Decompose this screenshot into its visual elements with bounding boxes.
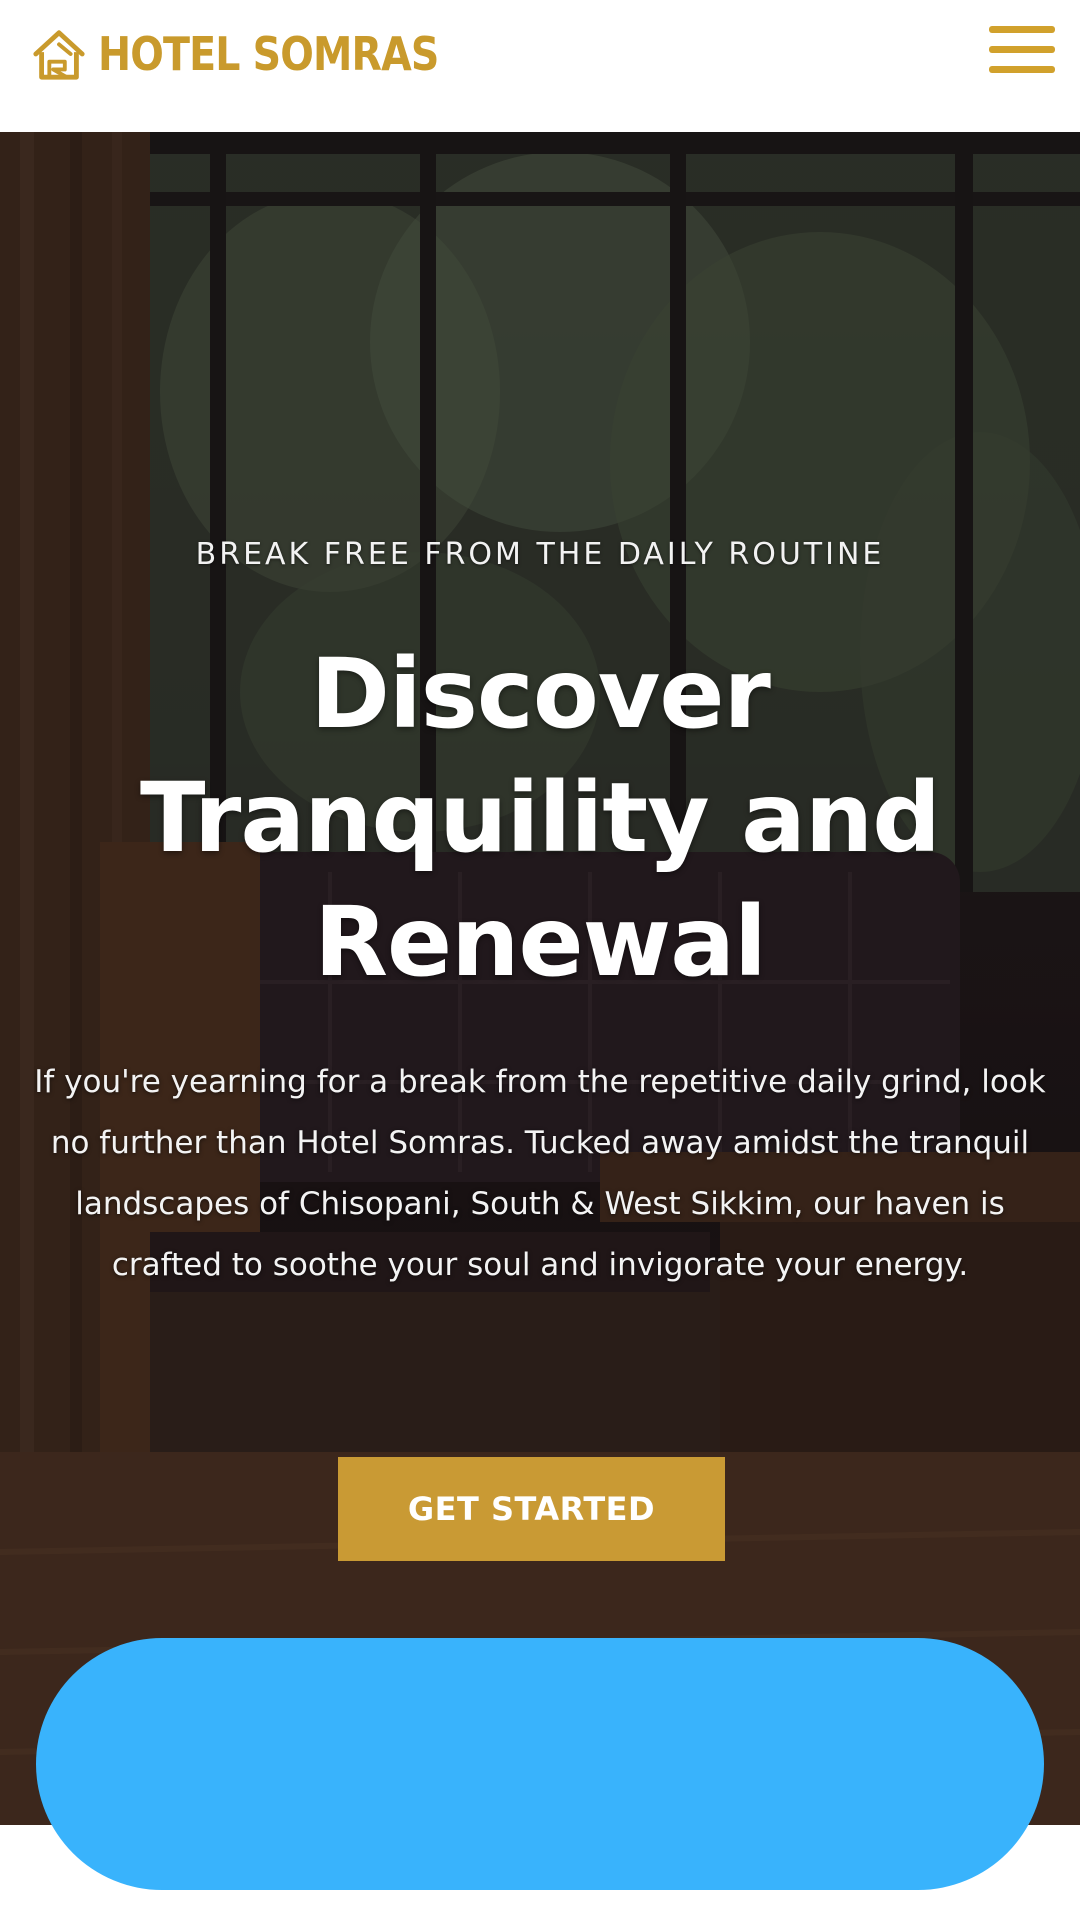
brand-name: HOTEL SOMRAS [98, 27, 439, 81]
hero-content: BREAK FREE FROM THE DAILY ROUTINE Discov… [0, 132, 1080, 1825]
brand-logo-link[interactable]: HOTEL SOMRAS [30, 24, 494, 84]
floating-blue-pill-button[interactable] [36, 1638, 1044, 1890]
hero-section: BREAK FREE FROM THE DAILY ROUTINE Discov… [0, 132, 1080, 1825]
hero-eyebrow: BREAK FREE FROM THE DAILY ROUTINE [195, 537, 885, 572]
get-started-button[interactable]: GET STARTED [338, 1457, 725, 1561]
menu-bar [989, 66, 1055, 73]
house-logo-icon [33, 30, 85, 80]
menu-bar [989, 26, 1055, 33]
menu-bar [989, 46, 1055, 53]
hamburger-menu-icon[interactable] [989, 26, 1055, 74]
hero-title: Discover Tranquility and Renewal [140, 638, 941, 998]
site-header: HOTEL SOMRAS [0, 0, 1080, 132]
page: HOTEL SOMRAS BREAK FREE FROM THE DAILY R… [0, 0, 1080, 1920]
hero-description: If you're yearning for a break from the … [34, 1064, 1046, 1283]
